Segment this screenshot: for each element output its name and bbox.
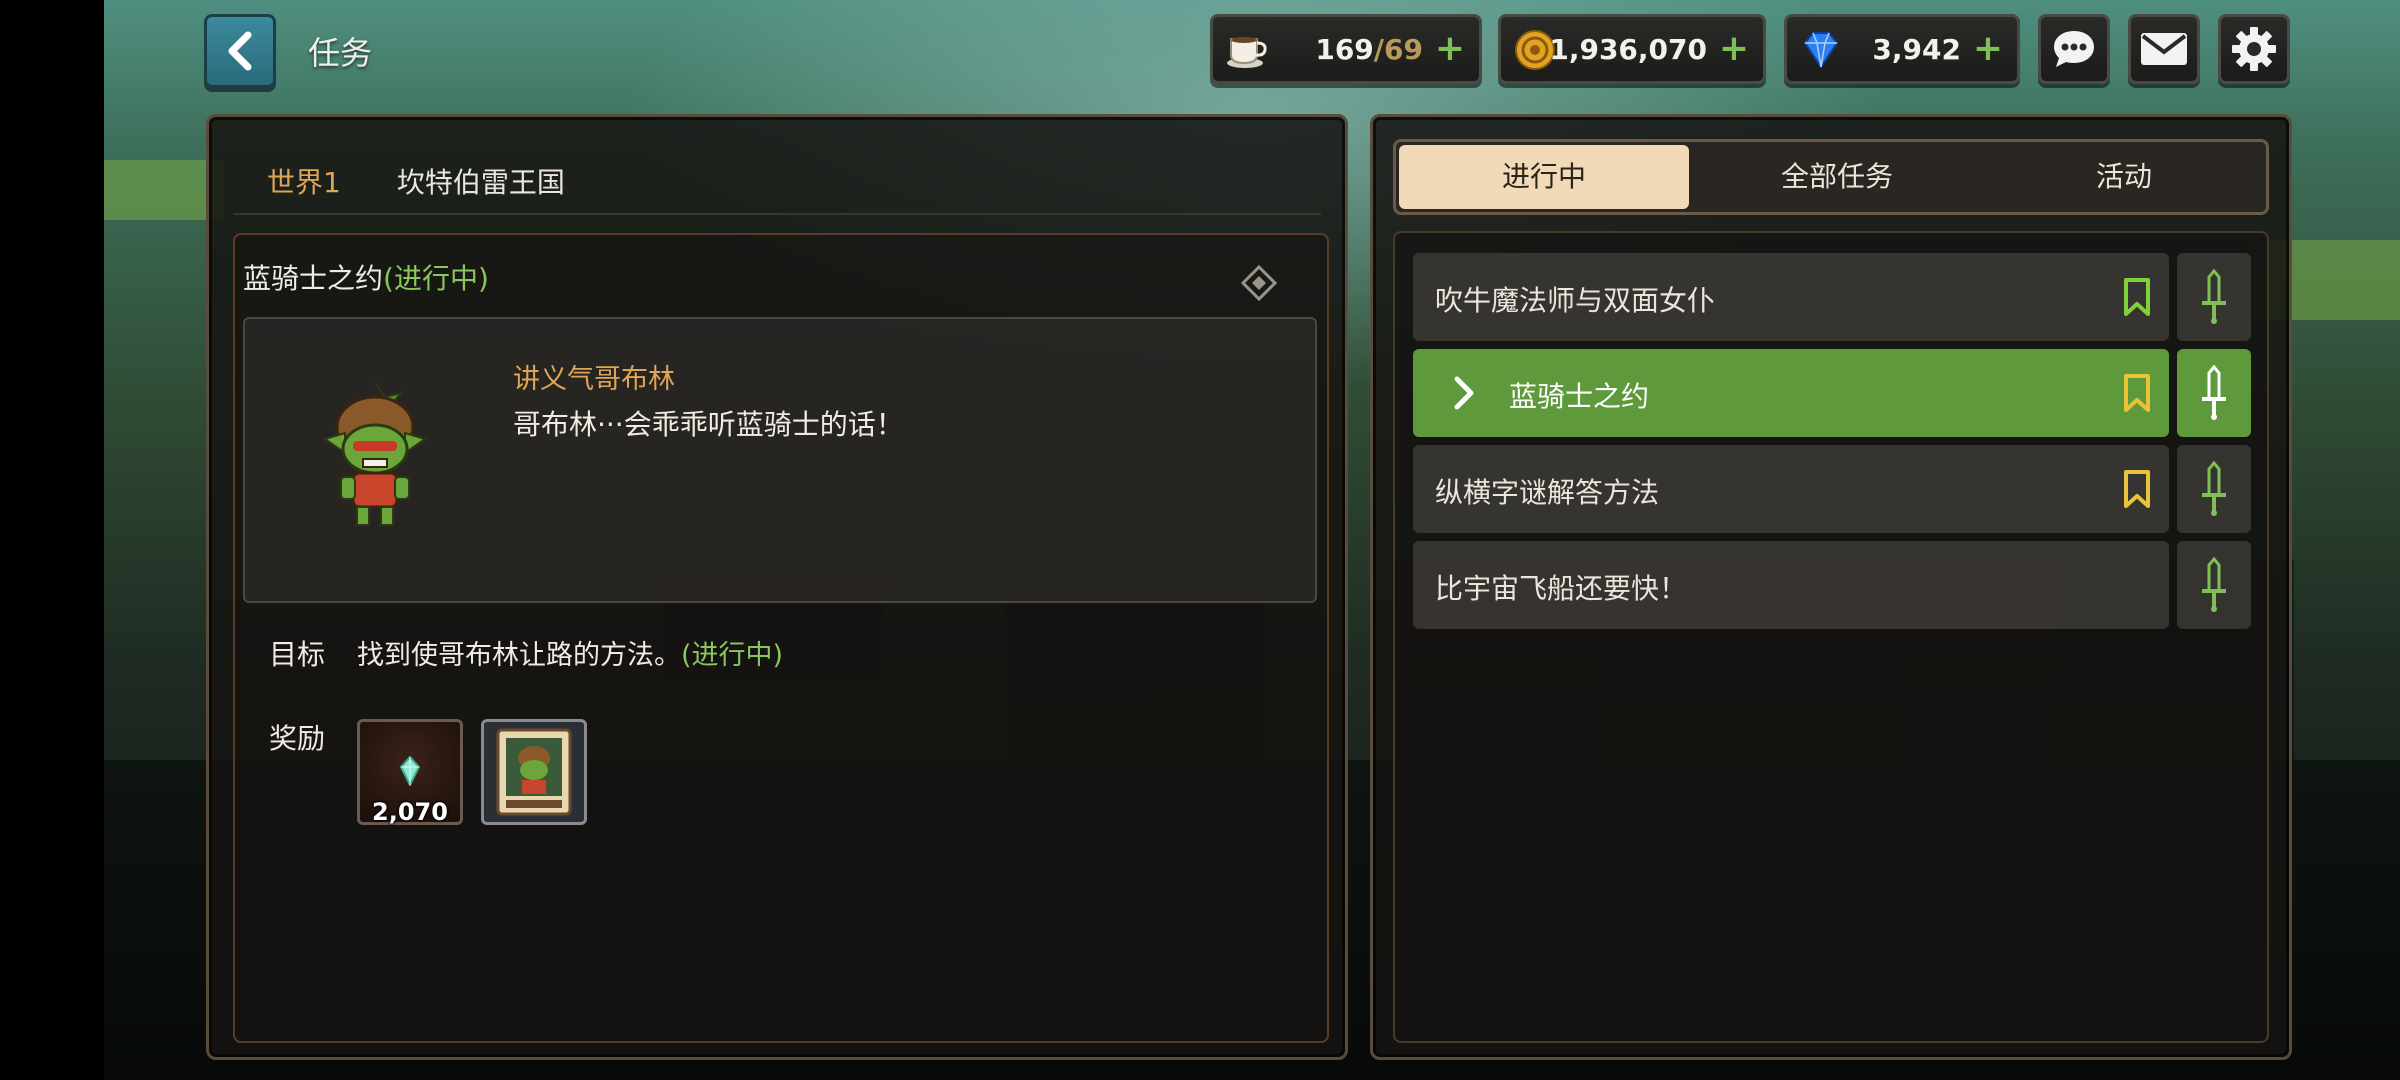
stamina-plus-icon[interactable]: + xyxy=(1435,29,1465,69)
npc-name: 讲义气哥布林 xyxy=(513,364,675,395)
settings-button[interactable] xyxy=(2218,14,2290,84)
track-quest-button-active[interactable] xyxy=(2177,349,2251,437)
goblin-card-icon xyxy=(496,728,572,816)
stamina-counter[interactable]: 169/69 + xyxy=(1210,14,1482,84)
quest-status: (进行中) xyxy=(383,262,489,295)
quest-title: 蓝骑士之约(进行中) xyxy=(243,262,489,295)
back-button[interactable] xyxy=(204,14,276,88)
locate-icon[interactable] xyxy=(1239,263,1279,303)
bookmark-icon[interactable] xyxy=(2123,469,2151,509)
chevron-left-icon xyxy=(228,31,252,71)
quest-list-item-label: 纵横字谜解答方法 xyxy=(1435,476,1660,509)
goal-label: 目标 xyxy=(269,638,326,671)
quest-list: 吹牛魔法师与双面女仆 蓝骑士之约 纵横字谜解答方法 比宇宙飞船还要快！ xyxy=(1393,231,2269,1043)
sword-icon xyxy=(2202,461,2226,516)
track-quest-button[interactable] xyxy=(2177,253,2251,341)
sword-icon xyxy=(2202,365,2226,420)
bookmark-icon[interactable] xyxy=(2123,277,2151,317)
coffee-cup-icon xyxy=(1227,37,1267,68)
gem-plus-icon[interactable]: + xyxy=(1973,29,2003,69)
reward-label: 奖励 xyxy=(269,722,326,755)
quest-list-item[interactable]: 比宇宙飞船还要快！ xyxy=(1413,541,2169,629)
breadcrumb-region[interactable]: 坎特伯雷王国 xyxy=(397,166,565,199)
goal-status: (进行中) xyxy=(681,640,784,671)
gem-value: 3,942 xyxy=(1872,33,1961,66)
breadcrumb-world[interactable]: 世界1 xyxy=(267,166,341,199)
tab-in-progress[interactable]: 进行中 xyxy=(1399,145,1689,209)
chat-icon xyxy=(2054,31,2094,67)
mail-button[interactable] xyxy=(2128,14,2200,84)
track-quest-button[interactable] xyxy=(2177,445,2251,533)
quest-list-panel: 进行中 全部任务 活动 吹牛魔法师与双面女仆 蓝骑士之约 纵横字谜解答方法 比宇… xyxy=(1370,114,2292,1060)
sword-icon xyxy=(2202,557,2226,612)
quest-list-item[interactable]: 吹牛魔法师与双面女仆 xyxy=(1413,253,2169,341)
crystal-icon xyxy=(399,756,421,786)
breadcrumb-divider xyxy=(233,213,1321,215)
chevron-right-icon xyxy=(1454,376,1474,410)
gear-icon xyxy=(2232,27,2276,71)
stamina-value: 169/69 xyxy=(1315,33,1423,66)
track-quest-button[interactable] xyxy=(2177,541,2251,629)
gold-value: 1,936,070 xyxy=(1549,33,1707,66)
reward-card[interactable] xyxy=(481,719,587,825)
quest-list-item-label: 蓝骑士之约 xyxy=(1509,380,1650,413)
quest-list-item-selected[interactable]: 蓝骑士之约 xyxy=(1413,349,2169,437)
breadcrumb: 世界1 坎特伯雷王国 xyxy=(267,161,565,201)
quest-list-item-label: 吹牛魔法师与双面女仆 xyxy=(1435,284,1716,317)
tab-all-quests[interactable]: 全部任务 xyxy=(1692,145,1982,209)
goblin-portrait-icon xyxy=(322,382,428,526)
gem-counter[interactable]: 3,942 + xyxy=(1784,14,2020,84)
reward-crystal[interactable]: 2,070 xyxy=(357,719,463,826)
quest-tabs: 进行中 全部任务 活动 xyxy=(1393,139,2269,215)
goal-text: 找到使哥布林让路的方法。(进行中) xyxy=(357,640,784,671)
quest-list-item-label: 比宇宙飞船还要快！ xyxy=(1435,572,1688,605)
gold-plus-icon[interactable]: + xyxy=(1719,29,1749,69)
npc-dialogue: 哥布林···会乖乖听蓝骑士的话！ xyxy=(513,408,904,441)
blue-gem-icon xyxy=(1803,32,1839,69)
npc-dialogue-card: 讲义气哥布林 哥布林···会乖乖听蓝骑士的话！ xyxy=(243,317,1317,603)
tab-events[interactable]: 活动 xyxy=(1982,145,2266,209)
sword-icon xyxy=(2202,269,2226,324)
page-title: 任务 xyxy=(308,34,373,72)
gold-counter[interactable]: 1,936,070 + xyxy=(1498,14,1766,84)
quest-list-item[interactable]: 纵横字谜解答方法 xyxy=(1413,445,2169,533)
bookmark-icon[interactable] xyxy=(2123,373,2151,413)
reward-amount: 2,070 xyxy=(372,798,448,826)
quest-detail-panel: 世界1 坎特伯雷王国 蓝骑士之约(进行中) 讲义气哥布林 哥布林···会乖乖听蓝骑… xyxy=(206,114,1348,1060)
chat-button[interactable] xyxy=(2038,14,2110,84)
mail-icon xyxy=(2141,33,2187,65)
